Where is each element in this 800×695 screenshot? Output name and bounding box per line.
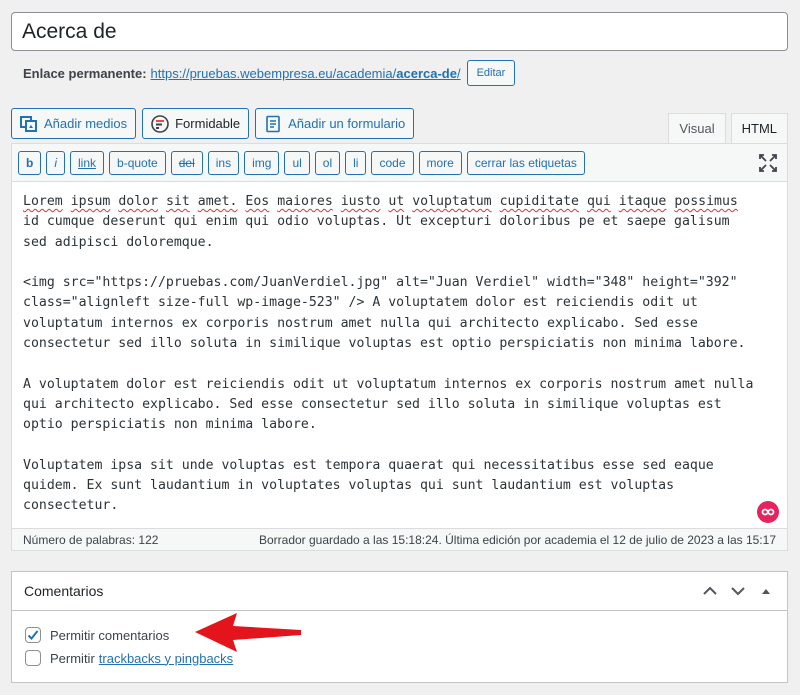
content-word: ut: [388, 194, 405, 209]
quicktag-ol[interactable]: ol: [314, 150, 341, 175]
grammarly-icon[interactable]: [757, 501, 779, 523]
quicktag-italic[interactable]: i: [46, 150, 66, 175]
content-textarea[interactable]: Lorem ipsum dolor sit amet. Eos maiores …: [12, 182, 787, 527]
comments-metabox-title: Comentarios: [24, 583, 104, 599]
edit-permalink-button[interactable]: Editar: [466, 60, 516, 86]
allow-comments-label: Permitir comentarios: [50, 627, 170, 643]
content-word: possimus: [674, 194, 738, 209]
content-paragraph-1: Lorem ipsum dolor sit amet. Eos maiores …: [23, 194, 738, 250]
content-paragraph-3: A voluptatem dolor est reiciendis odit u…: [23, 376, 754, 433]
quicktag-blockquote[interactable]: b-quote: [109, 150, 166, 175]
quicktag-del[interactable]: del: [170, 150, 203, 175]
quicktag-img[interactable]: img: [244, 150, 280, 175]
quicktag-link[interactable]: link: [70, 150, 105, 175]
content-word: itaque: [618, 194, 667, 209]
allow-pings-checkbox[interactable]: [25, 650, 41, 666]
triangle-up-icon[interactable]: [757, 582, 775, 600]
red-arrow-icon: [193, 610, 305, 659]
content-word: ipsum: [70, 194, 111, 209]
content-word: sit: [165, 194, 190, 209]
quicktags-toolbar: b i link b-quote del ins img ul ol li co…: [12, 144, 787, 182]
formidable-icon: [151, 114, 169, 133]
quicktag-code[interactable]: code: [371, 150, 414, 175]
chevron-up-icon[interactable]: [701, 582, 719, 600]
content-word: amet.: [197, 194, 238, 209]
content-word: cupiditate: [499, 194, 579, 209]
content-word: voluptatum: [412, 194, 492, 209]
content-line: sed adipisci doloremque.: [23, 234, 214, 250]
content-paragraph-2: <img src="https://pruebas.com/JuanVerdie…: [23, 275, 746, 352]
add-form-button[interactable]: Añadir un formulario: [255, 108, 415, 139]
permalink-link[interactable]: https://pruebas.webempresa.eu/academia/a…: [151, 66, 461, 81]
quicktag-close-tags[interactable]: cerrar las etiquetas: [466, 150, 585, 175]
content-word: iusto: [340, 194, 381, 209]
post-title-input[interactable]: Acerca de: [11, 12, 788, 51]
quicktag-li[interactable]: li: [345, 150, 367, 175]
allow-comments-checkbox[interactable]: [25, 627, 41, 643]
quicktag-ul[interactable]: ul: [284, 150, 310, 175]
content-paragraph-4: Voluptatem ipsa sit unde voluptas est te…: [23, 457, 714, 514]
formidable-label: Formidable: [175, 116, 241, 131]
add-form-label: Añadir un formulario: [288, 116, 406, 131]
content-word: dolor: [118, 194, 159, 209]
content-word: qui: [586, 194, 611, 209]
add-media-label: Añadir medios: [44, 116, 128, 131]
content-word: Eos: [245, 194, 270, 209]
content-word: maiores: [277, 194, 333, 209]
form-icon: [264, 115, 282, 133]
tab-visual[interactable]: Visual: [668, 113, 726, 143]
editor-statusbar: Número de palabras: 122 Borrador guardad…: [12, 528, 787, 550]
quicktag-bold[interactable]: b: [18, 150, 42, 175]
add-media-button[interactable]: Añadir medios: [11, 108, 137, 139]
word-count: Número de palabras: 122: [23, 532, 159, 547]
editor-tabs: Visual HTML: [668, 113, 788, 143]
quicktag-more[interactable]: more: [418, 150, 462, 175]
code-editor: b i link b-quote del ins img ul ol li co…: [11, 143, 788, 551]
allow-comments-option[interactable]: Permitir comentarios: [25, 627, 169, 643]
permalink-url-base: https://pruebas.webempresa.eu/academia/: [150, 65, 397, 81]
metabox-controls: [701, 582, 775, 600]
chevron-down-icon[interactable]: [729, 582, 747, 600]
comments-metabox-header: Comentarios: [12, 572, 787, 611]
permalink-url-slug: acerca-de: [396, 65, 457, 81]
autosave-status: Borrador guardado a las 15:18:24. Última…: [258, 532, 776, 547]
formidable-button[interactable]: Formidable: [142, 108, 250, 139]
permalink-url-trailing: /: [456, 65, 461, 81]
fullscreen-icon[interactable]: [759, 154, 777, 172]
quicktag-ins[interactable]: ins: [207, 150, 240, 175]
content-word: Lorem: [23, 194, 63, 209]
comments-metabox: Comentarios Permitir comentarios Permiti…: [11, 571, 788, 683]
allow-pings-prefix: Permitir: [50, 650, 95, 666]
permalink-row: Enlace permanente: https://pruebas.webem…: [23, 60, 516, 86]
media-icon: [20, 115, 38, 133]
tab-html[interactable]: HTML: [730, 113, 788, 143]
permalink-label: Enlace permanente:: [23, 65, 147, 81]
media-buttons: Añadir medios Formidable Añadir un formu…: [11, 108, 415, 139]
content-line: id cumque deserunt qui enim qui odio vol…: [23, 214, 730, 230]
